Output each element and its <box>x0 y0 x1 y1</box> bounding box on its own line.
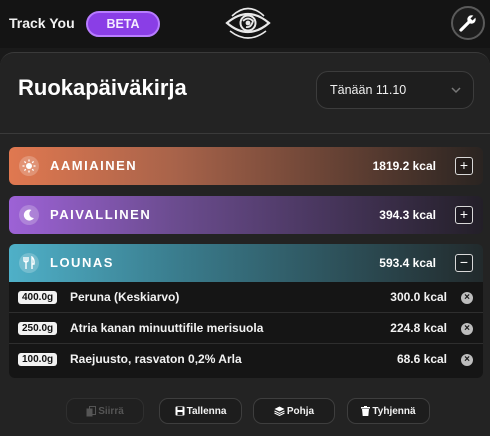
layers-icon <box>274 406 285 416</box>
meal-row-paivallinen[interactable]: PAIVALLINEN 394.3 kcal + <box>9 196 483 234</box>
food-kcal: 300.0 kcal <box>390 290 447 304</box>
divider <box>0 133 490 134</box>
food-kcal: 68.6 kcal <box>396 352 447 366</box>
move-label: Siirrä <box>98 405 124 417</box>
wrench-icon <box>459 13 478 32</box>
grams-badge[interactable]: 100.0g <box>18 353 58 366</box>
settings-button[interactable] <box>451 6 485 40</box>
food-row[interactable]: 400.0g Peruna (Keskiarvo) 300.0 kcal × <box>9 282 483 313</box>
grams-badge[interactable]: 400.0g <box>18 291 58 304</box>
sun-icon <box>19 156 39 176</box>
moon-icon <box>19 205 39 225</box>
move-button[interactable]: Siirrä <box>66 398 144 424</box>
food-name: Raejuusto, rasvaton 0,2% Arla <box>70 352 242 366</box>
collapse-button[interactable]: − <box>455 254 473 272</box>
app-name: Track You <box>9 15 75 31</box>
expand-button[interactable]: + <box>455 157 473 175</box>
meal-kcal: 593.4 kcal <box>379 256 436 270</box>
page-title: Ruokapäiväkirja <box>18 75 187 100</box>
top-bar: Track You BETA <box>0 0 490 48</box>
expand-button[interactable]: + <box>455 206 473 224</box>
eye-logo-icon <box>225 7 271 39</box>
meal-name: AAMIAINEN <box>50 158 138 173</box>
copy-icon <box>86 405 97 416</box>
food-list: 400.0g Peruna (Keskiarvo) 300.0 kcal × 2… <box>9 282 483 378</box>
meal-name: PAIVALLINEN <box>50 207 152 222</box>
meal-name: LOUNAS <box>50 255 114 270</box>
date-select-value: Tänään 11.10 <box>330 83 407 97</box>
meal-kcal: 394.3 kcal <box>379 208 436 222</box>
cutlery-icon <box>19 253 39 273</box>
remove-food-button[interactable]: × <box>461 323 473 335</box>
clear-label: Tyhjennä <box>372 405 416 417</box>
food-name: Atria kanan minuuttifile merisuola <box>70 321 264 335</box>
food-diary-card: Ruokapäiväkirja Tänään 11.10 AAMIAINEN 1… <box>0 52 490 436</box>
chevron-down-icon <box>451 87 461 94</box>
save-icon <box>175 406 185 416</box>
grams-badge[interactable]: 250.0g <box>18 322 58 335</box>
food-name: Peruna (Keskiarvo) <box>70 290 180 304</box>
meal-row-aamiainen[interactable]: AAMIAINEN 1819.2 kcal + <box>9 147 483 185</box>
date-select[interactable]: Tänään 11.10 <box>316 71 474 109</box>
template-label: Pohja <box>286 405 315 417</box>
food-kcal: 224.8 kcal <box>390 321 447 335</box>
template-button[interactable]: Pohja <box>253 398 335 424</box>
beta-badge[interactable]: BETA <box>86 11 160 37</box>
clear-button[interactable]: Tyhjennä <box>347 398 430 424</box>
save-label: Tallenna <box>186 405 227 417</box>
remove-food-button[interactable]: × <box>461 292 473 304</box>
food-row[interactable]: 100.0g Raejuusto, rasvaton 0,2% Arla 68.… <box>9 344 483 375</box>
meal-kcal: 1819.2 kcal <box>372 159 436 173</box>
remove-food-button[interactable]: × <box>461 354 473 366</box>
food-row[interactable]: 250.0g Atria kanan minuuttifile merisuol… <box>9 313 483 344</box>
meal-row-lounas[interactable]: LOUNAS 593.4 kcal − <box>9 244 483 282</box>
trash-icon <box>361 406 371 416</box>
save-button[interactable]: Tallenna <box>159 398 242 424</box>
